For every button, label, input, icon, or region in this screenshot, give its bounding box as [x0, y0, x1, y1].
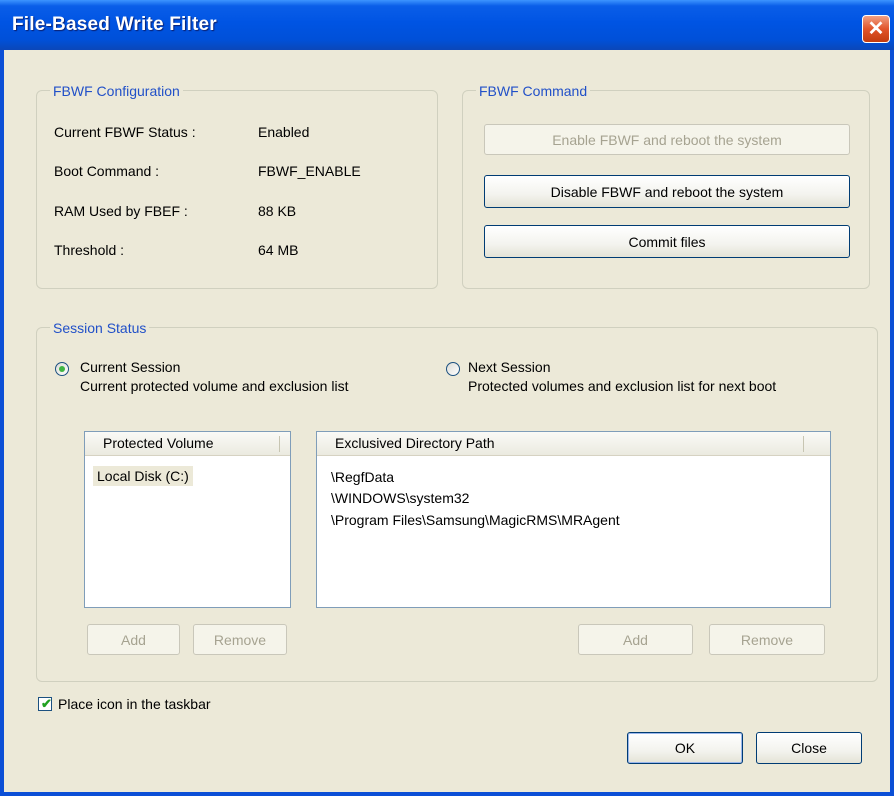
exclusion-list[interactable]: Exclusived Directory Path \RegfData \WIN… — [316, 431, 831, 608]
window-title: File-Based Write Filter — [12, 14, 217, 35]
enable-fbwf-button[interactable]: Enable FBWF and reboot the system — [484, 124, 850, 155]
session-status-legend: Session Status — [50, 320, 150, 336]
list-item-volume[interactable]: Local Disk (C:) — [93, 466, 193, 486]
status-label: Current FBWF Status : — [54, 124, 196, 140]
protected-volume-list[interactable]: Protected Volume Local Disk (C:) — [84, 431, 291, 608]
dialog-window: File-Based Write Filter ✕ FBWF Configura… — [0, 0, 894, 796]
window-frame-left — [0, 50, 4, 796]
protected-volume-header-label: Protected Volume — [103, 435, 214, 451]
taskbar-icon-checkbox[interactable]: ✔ — [38, 696, 52, 711]
next-session-label[interactable]: Next Session — [468, 359, 550, 375]
exclusion-list-header[interactable]: Exclusived Directory Path — [317, 432, 830, 456]
title-bar[interactable]: File-Based Write Filter ✕ — [0, 0, 894, 50]
status-value: Enabled — [258, 124, 310, 140]
boot-command-value: FBWF_ENABLE — [258, 163, 361, 179]
fbwf-command-legend: FBWF Command — [476, 83, 591, 99]
ok-button[interactable]: OK — [627, 732, 743, 764]
protected-volume-header[interactable]: Protected Volume — [85, 432, 290, 456]
list-item-volume-label: Local Disk (C:) — [97, 468, 189, 484]
list-item-path[interactable]: \WINDOWS\system32 — [331, 490, 469, 506]
close-window-button[interactable]: ✕ — [862, 15, 890, 43]
close-button[interactable]: Close — [756, 732, 862, 764]
column-divider — [279, 436, 280, 452]
window-frame-bottom — [0, 792, 894, 796]
window-frame-right — [890, 50, 894, 796]
current-session-radio[interactable] — [55, 362, 69, 376]
exclusion-list-header-label: Exclusived Directory Path — [335, 435, 495, 451]
next-session-radio[interactable] — [446, 362, 460, 376]
remove-volume-button[interactable]: Remove — [193, 624, 287, 655]
threshold-label: Threshold : — [54, 242, 125, 258]
threshold-value: 64 MB — [258, 242, 299, 258]
add-exclusion-button[interactable]: Add — [578, 624, 693, 655]
radio-selected-dot — [59, 366, 65, 372]
next-session-description: Protected volumes and exclusion list for… — [468, 378, 777, 394]
check-icon: ✔ — [41, 696, 52, 711]
current-session-label[interactable]: Current Session — [80, 359, 180, 375]
list-item-path[interactable]: \RegfData — [331, 469, 394, 485]
list-item-path[interactable]: \Program Files\Samsung\MagicRMS\MRAgent — [331, 512, 620, 528]
close-icon: ✕ — [867, 18, 885, 40]
current-session-description: Current protected volume and exclusion l… — [80, 378, 349, 394]
ram-used-value: 88 KB — [258, 203, 297, 219]
disable-fbwf-button[interactable]: Disable FBWF and reboot the system — [484, 175, 850, 208]
taskbar-icon-label[interactable]: Place icon in the taskbar — [58, 696, 211, 712]
commit-files-button[interactable]: Commit files — [484, 225, 850, 258]
boot-command-label: Boot Command : — [54, 163, 160, 179]
fbwf-configuration-legend: FBWF Configuration — [50, 83, 183, 99]
remove-exclusion-button[interactable]: Remove — [709, 624, 825, 655]
fbwf-configuration-group — [36, 90, 438, 289]
ram-used-label: RAM Used by FBEF : — [54, 203, 188, 219]
column-divider — [803, 436, 804, 452]
add-volume-button[interactable]: Add — [87, 624, 180, 655]
